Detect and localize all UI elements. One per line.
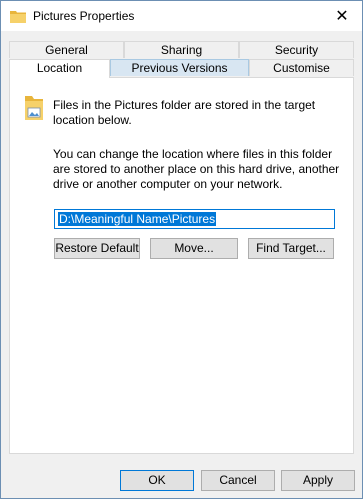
- tab-security[interactable]: Security: [239, 41, 354, 58]
- tab-general[interactable]: General: [9, 41, 124, 58]
- move-button[interactable]: Move...: [150, 238, 238, 259]
- tab-customise[interactable]: Customise: [249, 59, 354, 76]
- folder-icon: [10, 11, 26, 23]
- find-target-button[interactable]: Find Target...: [248, 238, 334, 259]
- window-title: Pictures Properties: [33, 9, 135, 23]
- target-path-value: D:\Meaningful Name\Pictures: [58, 212, 217, 226]
- tab-previous-versions[interactable]: Previous Versions: [110, 59, 249, 76]
- properties-dialog: Pictures Properties ✕ General Sharing Se…: [0, 0, 363, 499]
- location-description: You can change the location where files …: [53, 147, 340, 191]
- tab-location[interactable]: Location: [9, 59, 110, 78]
- restore-default-button[interactable]: Restore Default: [54, 238, 140, 259]
- title-bar: Pictures Properties ✕: [1, 1, 362, 31]
- close-button[interactable]: ✕: [322, 1, 362, 31]
- cancel-button[interactable]: Cancel: [201, 470, 275, 491]
- pictures-folder-icon: [25, 96, 43, 120]
- location-panel: Files in the Pictures folder are stored …: [9, 77, 354, 454]
- tab-row-front: Location Previous Versions Customise: [9, 59, 354, 78]
- ok-button[interactable]: OK: [120, 470, 194, 491]
- target-path-input[interactable]: D:\Meaningful Name\Pictures: [54, 209, 335, 229]
- tab-row-back: General Sharing Security: [9, 41, 354, 59]
- tab-sharing[interactable]: Sharing: [124, 41, 239, 58]
- apply-button[interactable]: Apply: [281, 470, 355, 491]
- location-info-text: Files in the Pictures folder are stored …: [53, 98, 316, 127]
- close-icon: ✕: [335, 8, 349, 25]
